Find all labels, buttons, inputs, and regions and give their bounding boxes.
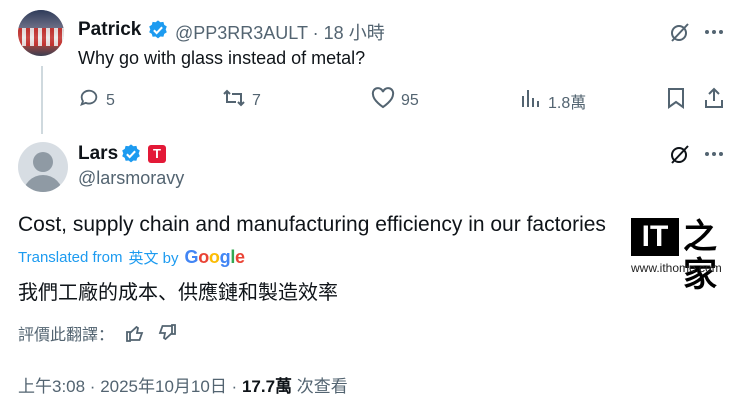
translated-text: 我們工廠的成本、供應鏈和製造效率 — [18, 282, 338, 304]
like-button[interactable]: 95 — [371, 87, 419, 114]
avatar-sky — [18, 10, 64, 28]
bookmark-icon — [666, 87, 686, 114]
author-handle[interactable]: @PP3RR3AULT — [175, 23, 308, 43]
bookmark-button[interactable] — [666, 87, 686, 114]
tesla-affiliate-badge[interactable]: T — [148, 145, 166, 163]
share-icon — [703, 87, 725, 114]
repost-count: 7 — [252, 91, 261, 109]
post-time[interactable]: · 18 小時 — [313, 23, 385, 43]
views-button[interactable]: 1.8萬 — [520, 87, 586, 114]
translated-from[interactable]: Translated from 英文 by Google — [18, 247, 245, 268]
watermark-url: www.ithome.com — [631, 261, 722, 275]
verified-icon — [120, 143, 142, 170]
thread-line — [41, 66, 43, 134]
share-button[interactable] — [703, 87, 725, 114]
watermark-cn: 之家 — [683, 218, 717, 294]
repost-icon — [222, 87, 246, 114]
avatar-placeholder-body — [23, 175, 63, 192]
avatar-placeholder-head — [33, 152, 53, 172]
avatar-flag — [18, 28, 64, 46]
author-handle[interactable]: @larsmoravy — [78, 168, 184, 189]
author-name[interactable]: Lars — [78, 143, 118, 165]
grok-icon[interactable] — [668, 20, 692, 49]
views-count: 1.8萬 — [548, 94, 587, 112]
ithome-watermark: IT 之家 www.ithome.com — [631, 218, 731, 294]
thumbs-up-icon[interactable] — [124, 322, 146, 344]
verified-icon — [147, 19, 169, 46]
like-count: 95 — [401, 91, 419, 109]
author-handle-and-time[interactable]: @PP3RR3AULT · 18 小時 — [175, 19, 385, 45]
analytics-icon — [520, 87, 542, 114]
views-count: 17.7萬 — [241, 377, 293, 396]
reply-icon — [78, 87, 100, 114]
grok-icon[interactable] — [668, 142, 692, 171]
tweet-meta: 上午3:08 · 2025年10月10日 · 17.7萬 次查看 — [18, 372, 348, 397]
more-icon[interactable] — [704, 22, 724, 47]
translated-prefix: Translated from — [18, 249, 123, 266]
thumbs-down-icon[interactable] — [156, 322, 178, 344]
rate-translation: 評價此翻譯： — [18, 321, 178, 345]
reply-button[interactable]: 5 — [78, 87, 115, 114]
google-logo: Google — [184, 247, 246, 267]
more-icon[interactable] — [704, 144, 724, 169]
repost-button[interactable]: 7 — [222, 87, 261, 114]
translated-language: 英文 by — [128, 250, 179, 267]
tweet-text: Why go with glass instead of metal? — [78, 48, 366, 68]
views-label: 次查看 — [292, 377, 348, 396]
tweet-text: Cost, supply chain and manufacturing eff… — [18, 213, 606, 236]
timestamp[interactable]: 上午3:08 · 2025年10月10日 · — [18, 377, 242, 396]
author-name[interactable]: Patrick — [78, 19, 141, 41]
reply-tweet[interactable]: Patrick @PP3RR3AULT · 18 小時 Why go with … — [0, 0, 742, 134]
watermark-it: IT — [631, 218, 679, 256]
rate-label: 評價此翻譯： — [18, 327, 115, 344]
avatar[interactable] — [18, 10, 64, 56]
heart-icon — [371, 87, 395, 114]
reply-count: 5 — [106, 91, 115, 109]
avatar[interactable] — [18, 142, 68, 192]
action-bar: 5 7 95 1.8萬 — [78, 87, 728, 113]
